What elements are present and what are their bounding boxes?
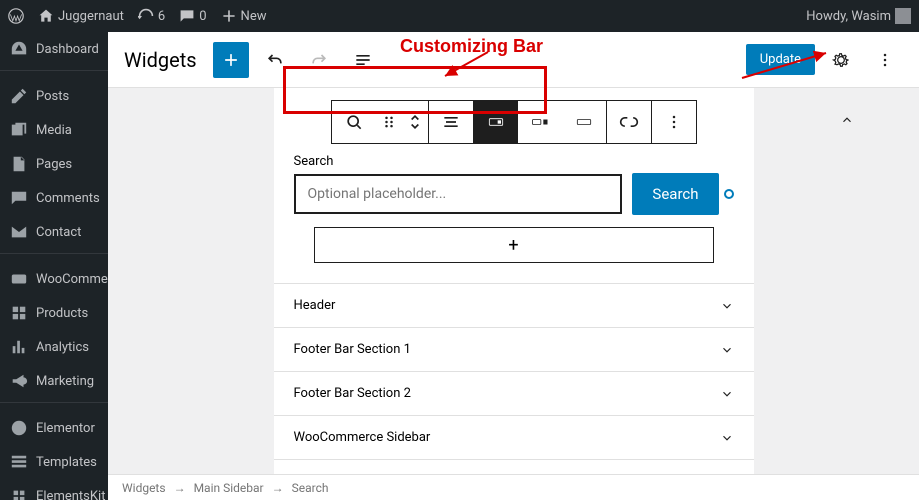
chevron-down-icon (720, 343, 734, 357)
search-placeholder-input[interactable]: Optional placeholder... (294, 174, 623, 214)
updates-count: 6 (158, 9, 165, 24)
block-breadcrumb: Widgets→ Main Sidebar→ Search (108, 474, 919, 500)
area-label: Header (294, 298, 336, 313)
new-link[interactable]: New (221, 8, 267, 24)
sidebar-item-comments[interactable]: Comments (0, 181, 108, 215)
sidebar-item-templates[interactable]: Templates (0, 445, 108, 479)
sidebar-item-elementskit[interactable]: ElementsKit (0, 479, 108, 500)
editor-main: Widgets Update (108, 32, 919, 500)
sidebar-item-products[interactable]: Products (0, 296, 108, 330)
sidebar-item-posts[interactable]: Posts (0, 79, 108, 113)
sidebar-item-marketing[interactable]: Marketing (0, 364, 108, 398)
avatar (895, 8, 911, 24)
sidebar-label: Products (36, 306, 88, 321)
sidebar-item-woocommerce[interactable]: WooCommerce (0, 262, 108, 296)
adminbar: Juggernaut 6 0 New Howdy, Wasim (0, 0, 919, 32)
sidebar-item-media[interactable]: Media (0, 113, 108, 147)
sidebar-item-pages[interactable]: Pages (0, 147, 108, 181)
editor-body: Search Optional placeholder... Search + … (108, 88, 919, 500)
add-block-button[interactable] (213, 42, 249, 78)
area-footer-1[interactable]: Footer Bar Section 1 (274, 327, 754, 371)
search-block: Search Optional placeholder... Search + (274, 154, 754, 263)
chevron-down-icon (720, 299, 734, 313)
toggle-label-button[interactable] (607, 101, 651, 143)
add-block-inline-button[interactable]: + (314, 227, 714, 263)
sidebar-label: Analytics (36, 340, 89, 355)
list-view-button[interactable] (345, 42, 381, 78)
more-options-button[interactable] (867, 42, 903, 78)
undo-button[interactable] (257, 42, 293, 78)
sidebar-label: Media (36, 123, 72, 138)
page-title: Widgets (124, 48, 197, 72)
sidebar-item-analytics[interactable]: Analytics (0, 330, 108, 364)
area-label: Footer Bar Section 2 (294, 386, 411, 401)
comments-count: 0 (199, 9, 206, 24)
drag-handle[interactable] (376, 101, 402, 143)
sidebar-item-contact[interactable]: Contact (0, 215, 108, 249)
sidebar-label: Contact (36, 225, 81, 240)
sidebar-label: Marketing (36, 374, 94, 389)
area-label: WooCommerce Sidebar (294, 430, 431, 445)
move-up-down-button[interactable] (402, 101, 428, 143)
sidebar-label: Dashboard (36, 42, 99, 57)
align-button[interactable] (429, 101, 473, 143)
block-type-button[interactable] (332, 101, 376, 143)
search-submit-button[interactable]: Search (632, 173, 718, 215)
sidebar-label: Templates (36, 455, 97, 470)
area-label: Footer Bar Section 1 (294, 342, 411, 357)
sidebar-label: Elementor (36, 421, 95, 436)
button-inside-option[interactable] (474, 101, 518, 143)
update-button[interactable]: Update (746, 44, 815, 75)
greeting-text: Howdy, Wasim (806, 9, 891, 24)
chevron-down-icon (720, 387, 734, 401)
sidebar-item-dashboard[interactable]: Dashboard (0, 32, 108, 66)
area-woo-sidebar[interactable]: WooCommerce Sidebar (274, 415, 754, 459)
sidebar-item-elementor[interactable]: Elementor (0, 411, 108, 445)
site-link[interactable]: Juggernaut (38, 8, 124, 24)
admin-sidebar: Dashboard Posts Media Pages Comments Con… (0, 32, 108, 500)
crumb-item[interactable]: Search (292, 481, 329, 495)
sidebar-label: Posts (36, 89, 69, 104)
area-header[interactable]: Header (274, 283, 754, 327)
sidebar-label: Pages (36, 157, 72, 172)
site-name: Juggernaut (58, 9, 124, 24)
collapse-area-button[interactable] (835, 108, 859, 132)
widget-canvas: Search Optional placeholder... Search + … (274, 88, 754, 500)
new-label: New (241, 9, 267, 24)
crumb-item[interactable]: Widgets (122, 481, 166, 495)
annotation-label: Customizing Bar (400, 36, 543, 57)
settings-button[interactable] (823, 42, 859, 78)
crumb-item[interactable]: Main Sidebar (194, 481, 264, 495)
search-label[interactable]: Search (294, 154, 734, 169)
block-toolbar (331, 100, 697, 144)
area-footer-2[interactable]: Footer Bar Section 2 (274, 371, 754, 415)
sidebar-label: WooCommerce (36, 272, 108, 287)
comments-link[interactable]: 0 (179, 8, 206, 24)
no-button-option[interactable] (562, 101, 606, 143)
wp-logo[interactable] (8, 8, 24, 24)
sidebar-label: Comments (36, 191, 100, 206)
sidebar-label: ElementsKit (36, 489, 105, 500)
widget-areas-list: Header Footer Bar Section 1 Footer Bar S… (274, 283, 754, 500)
resize-handle[interactable] (724, 189, 734, 199)
chevron-down-icon (720, 431, 734, 445)
updates-link[interactable]: 6 (138, 8, 165, 24)
button-outside-option[interactable] (518, 101, 562, 143)
redo-button[interactable] (301, 42, 337, 78)
block-more-button[interactable] (652, 101, 696, 143)
user-greeting[interactable]: Howdy, Wasim (806, 8, 911, 24)
